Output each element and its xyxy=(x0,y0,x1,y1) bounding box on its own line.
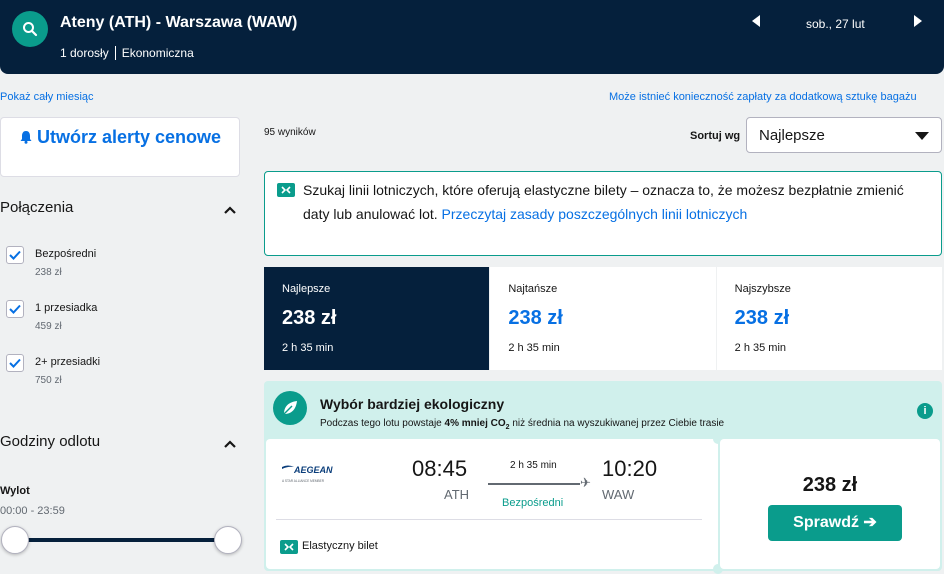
arrival-time: 10:20 xyxy=(602,456,658,481)
chevron-up-icon xyxy=(224,206,236,214)
chevron-right-icon xyxy=(914,15,922,27)
info-icon[interactable]: i xyxy=(917,403,933,419)
eco-desc-bold: 4% mniej CO xyxy=(444,418,506,429)
outbound-label: Wylot xyxy=(0,485,30,497)
search-button[interactable] xyxy=(12,11,48,47)
two-plus-checkbox[interactable] xyxy=(6,354,24,372)
eco-description: Podczas tego lotu powstaje 4% mniej CO2 … xyxy=(320,418,724,431)
tab-price: 238 zł xyxy=(282,307,337,329)
select-flight-button[interactable]: Sprawdź ➔ xyxy=(768,505,902,541)
eco-title: Wybór bardziej ekologiczny xyxy=(320,396,505,412)
chevron-up-icon xyxy=(224,440,236,448)
divider xyxy=(276,519,702,520)
next-date-button[interactable] xyxy=(913,14,927,30)
flight-price: 238 zł xyxy=(802,474,858,496)
price-panel: 238 zł Sprawdź ➔ xyxy=(720,439,940,569)
tab-label: Najszybsze xyxy=(734,283,791,295)
airline-tagline: A STAR ALLIANCE MEMBER xyxy=(282,479,325,483)
airline-name: AEGEAN xyxy=(293,465,333,475)
baggage-fee-link[interactable]: Może istnieć konieczność zapłaty za doda… xyxy=(609,91,917,103)
checkmark-icon xyxy=(9,358,21,368)
departure-time-slider-track[interactable] xyxy=(14,538,228,542)
tab-price: 238 zł xyxy=(508,307,563,329)
arrival-airport: WAW xyxy=(602,487,635,502)
tab-duration: 2 h 35 min xyxy=(282,342,334,354)
two-plus-price: 750 zł xyxy=(35,375,62,386)
tab-label: Najlepsze xyxy=(282,283,331,295)
departure-times-title: Godziny odlotu xyxy=(0,433,101,450)
slider-handle-end[interactable] xyxy=(214,526,242,554)
search-header: Ateny (ATH) - Warszawa (WAW) 1 dorosły E… xyxy=(0,0,944,74)
tab-duration: 2 h 35 min xyxy=(734,342,787,354)
checkmark-icon xyxy=(9,304,21,314)
direct-price: 238 zł xyxy=(35,267,62,278)
one-stop-checkbox[interactable] xyxy=(6,300,24,318)
flexible-ticket-icon xyxy=(280,540,298,554)
sort-value: Najlepsze xyxy=(759,127,825,144)
bell-icon xyxy=(20,131,32,144)
sort-tabs: Najlepsze 238 zł 2 h 35 min Najtańsze 23… xyxy=(264,267,942,370)
one-stop-label: 1 przesiadka xyxy=(35,302,98,314)
sort-label: Sortuj wg xyxy=(690,130,741,142)
connections-title: Połączenia xyxy=(0,199,74,216)
previous-date-button[interactable] xyxy=(751,14,765,30)
flexible-ticket-icon xyxy=(277,183,295,197)
search-icon xyxy=(23,22,38,37)
two-plus-label: 2+ przesiadki xyxy=(35,356,101,368)
passenger-summary[interactable]: 1 dorosły Ekonomiczna xyxy=(60,46,194,60)
tab-label: Najtańsze xyxy=(508,283,558,295)
stops-label: Bezpośredni xyxy=(502,497,564,509)
connections-collapse-toggle[interactable] xyxy=(223,202,237,214)
departure-times-collapse-toggle[interactable] xyxy=(223,436,237,448)
flexible-info-text: Szukaj linii lotniczych, które oferują e… xyxy=(303,178,923,226)
flight-details[interactable]: AEGEAN A STAR ALLIANCE MEMBER 08:45 ATH … xyxy=(266,439,718,569)
airline-policies-link[interactable]: Przeczytaj zasady poszczególnych linii l… xyxy=(442,206,748,222)
flexible-tickets-info: Szukaj linii lotniczych, które oferują e… xyxy=(264,171,942,256)
departure-time: 08:45 xyxy=(412,456,468,481)
create-price-alert-button[interactable]: Utwórz alerty cenowe xyxy=(0,117,240,177)
tab-price: 238 zł xyxy=(734,307,790,329)
chevron-left-icon xyxy=(752,15,760,27)
checkmark-icon xyxy=(9,250,21,260)
route-title[interactable]: Ateny (ATH) - Warszawa (WAW) xyxy=(60,14,297,32)
tab-fastest[interactable]: Najszybsze 238 zł 2 h 35 min xyxy=(717,267,942,370)
tab-cheapest[interactable]: Najtańsze 238 zł 2 h 35 min xyxy=(490,267,717,370)
cabin-class: Ekonomiczna xyxy=(121,46,194,60)
flexible-ticket-label: Elastyczny bilet xyxy=(302,540,378,552)
tab-best[interactable]: Najlepsze 238 zł 2 h 35 min xyxy=(264,267,491,370)
separator xyxy=(114,46,116,60)
tab-duration: 2 h 35 min xyxy=(508,342,560,354)
selected-date[interactable]: sob., 27 lut xyxy=(806,17,865,31)
alert-button-label: Utwórz alerty cenowe xyxy=(36,127,222,147)
plane-icon: ✈ xyxy=(580,475,591,490)
departure-airport: ATH xyxy=(444,487,470,502)
eco-desc-suffix: niż średnia na wyszukiwanej przez Ciebie… xyxy=(509,418,725,429)
passenger-count: 1 dorosły xyxy=(60,46,109,60)
sort-dropdown[interactable]: Najlepsze xyxy=(746,117,942,153)
eco-flight-card: Wybór bardziej ekologiczny Podczas tego … xyxy=(264,381,942,574)
show-whole-month-link[interactable]: Pokaż cały miesiąc xyxy=(0,91,94,103)
direct-label: Bezpośredni xyxy=(35,248,97,260)
airline-logo: AEGEAN A STAR ALLIANCE MEMBER xyxy=(280,461,340,485)
outbound-range: 00:00 - 23:59 xyxy=(0,505,65,517)
eco-desc-prefix: Podczas tego lotu powstaje xyxy=(320,418,445,429)
results-count: 95 wyników xyxy=(264,127,316,138)
caret-down-icon xyxy=(915,132,929,140)
route-line xyxy=(488,483,580,485)
one-stop-price: 459 zł xyxy=(35,321,62,332)
direct-checkbox[interactable] xyxy=(6,246,24,264)
slider-handle-start[interactable] xyxy=(1,526,29,554)
flight-duration: 2 h 35 min xyxy=(510,460,557,471)
leaf-icon xyxy=(273,391,307,425)
